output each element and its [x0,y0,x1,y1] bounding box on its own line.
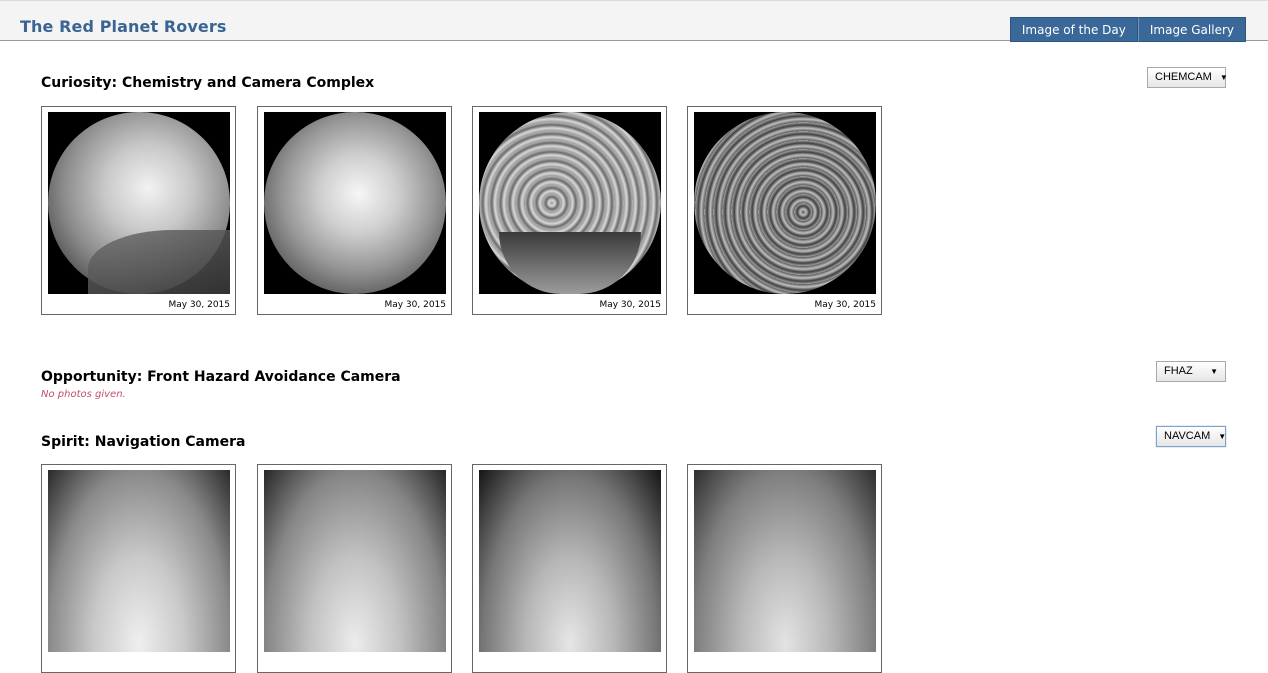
camera-select[interactable]: NAVCAM ▼ [1156,426,1226,447]
section-title: Curiosity: Chemistry and Camera Complex [41,75,375,91]
camera-select-value: FHAZ [1164,365,1193,377]
photo-card[interactable]: May 30, 2015 [472,106,667,315]
camera-select[interactable]: CHEMCAM ▼ [1147,67,1228,88]
photo-image [48,470,230,652]
nav-image-gallery[interactable]: Image Gallery [1137,17,1246,42]
section-title: Opportunity: Front Hazard Avoidance Came… [41,369,401,385]
camera-select-value: NAVCAM [1164,430,1211,442]
photo-date: May 30, 2015 [599,300,661,310]
photo-card[interactable] [472,464,667,673]
photo-card[interactable] [687,464,882,673]
photo-card[interactable]: May 30, 2015 [41,106,236,315]
dropdown-arrow-icon: ▼ [1219,73,1228,82]
photo-date: May 30, 2015 [168,300,230,310]
photo-image [264,112,446,294]
photo-card[interactable]: May 30, 2015 [687,106,882,315]
empty-state-message: No photos given. [41,389,126,400]
photo-card[interactable] [41,464,236,673]
site-header: The Red Planet Rovers Image of the Day I… [0,0,1268,42]
dropdown-arrow-icon: ▼ [1218,432,1227,441]
photo-image [479,470,661,652]
photo-image [264,470,446,652]
photo-image [479,112,661,294]
camera-select-value: CHEMCAM [1155,71,1212,83]
section-title: Spirit: Navigation Camera [41,434,246,450]
photo-image [48,112,230,294]
photo-card[interactable]: May 30, 2015 [257,106,452,315]
photo-date: May 30, 2015 [814,300,876,310]
dropdown-arrow-icon: ▼ [1210,367,1218,376]
main-nav: Image of the Day Image Gallery [1009,17,1246,42]
photo-image [694,470,876,652]
photo-image [694,112,876,294]
photo-date: May 30, 2015 [384,300,446,310]
nav-image-of-the-day[interactable]: Image of the Day [1009,17,1138,42]
photo-card[interactable] [257,464,452,673]
camera-select[interactable]: FHAZ ▼ [1156,361,1226,382]
site-title[interactable]: The Red Planet Rovers [20,17,227,36]
